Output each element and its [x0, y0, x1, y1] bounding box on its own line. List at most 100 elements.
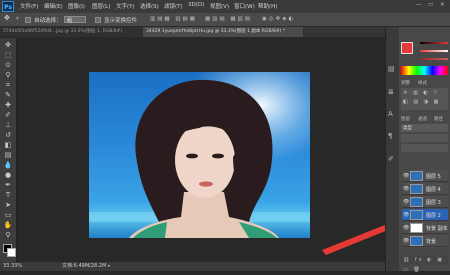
document-tab-bar: 5744e5f1a96f53d9d4...jpg @ 33.3%(图层 1, R… [0, 27, 385, 37]
layer-row[interactable]: 👁 背景 副本 [402, 222, 448, 234]
move-tool-icon[interactable]: ✥ [4, 14, 10, 22]
blue-slider[interactable] [420, 58, 448, 60]
shape-icon[interactable]: ▭ [3, 211, 13, 220]
type-icon[interactable]: T [3, 191, 13, 200]
eyedropper-icon[interactable]: ✎ [3, 91, 13, 100]
layer-thumbnail [410, 171, 423, 181]
fg-color-chip[interactable] [401, 42, 413, 54]
maximize-icon[interactable]: ▭ [428, 2, 433, 8]
visibility-eye-icon[interactable]: 👁 [403, 225, 409, 231]
eraser-icon[interactable]: ◧ [3, 141, 13, 150]
crop-icon[interactable]: ⌗ [3, 81, 13, 90]
properties-panel-icon[interactable]: ≣ [388, 88, 394, 96]
layer-actions-bar[interactable]: ⛓ fx ◐ ▣ ▭ 🗑 [401, 255, 448, 273]
history-brush-icon[interactable]: ↺ [3, 131, 13, 140]
dropdown-arrow-icon[interactable]: ▾ [16, 16, 19, 22]
layer-name: 背景 副本 [426, 226, 448, 232]
document-size: 文档:6.49M/28.2M [62, 263, 107, 269]
auto-select-checkbox[interactable] [25, 17, 31, 23]
gradient-icon[interactable]: ▤ [3, 151, 13, 160]
layer-name: 图层 3 [426, 200, 441, 206]
menu-edit[interactable]: 编辑(E) [44, 2, 63, 10]
dodge-icon[interactable]: ● [3, 171, 13, 180]
visibility-eye-icon[interactable]: 👁 [403, 173, 409, 179]
layer-row-selected[interactable]: 👁 图层 2 [402, 209, 448, 221]
hand-icon[interactable]: ✋ [3, 221, 13, 230]
status-arrow-icon[interactable]: ▸ [108, 262, 111, 271]
tab-doc-1[interactable]: 5744e5f1a96f53d9d4...jpg @ 33.3%(图层 1, R… [0, 27, 142, 37]
path-select-icon[interactable]: ➤ [3, 201, 13, 210]
layer-name: 图层 5 [426, 174, 441, 180]
auto-select-dropdown[interactable]: 组 [64, 16, 86, 24]
distribute-icons[interactable]: ▦▥▤ ▦▥▤ [205, 16, 252, 22]
brush-panel-icon[interactable]: ✐ [388, 155, 394, 163]
blur-icon[interactable]: 💧 [3, 161, 13, 170]
auto-select-label: 自动选择： [34, 18, 62, 24]
tab-paths[interactable]: 路径 [434, 116, 443, 122]
layer-row[interactable]: 👁 图层 3 [402, 196, 448, 208]
zoom-icon[interactable]: ⚲ [3, 231, 13, 240]
background-color-swatch[interactable] [7, 248, 16, 257]
blend-mode-row[interactable] [401, 134, 448, 142]
character-panel-icon[interactable]: A [388, 110, 393, 118]
visibility-eye-icon[interactable]: 👁 [403, 199, 409, 205]
history-panel-icon[interactable]: ▤ [388, 65, 395, 73]
paragraph-panel-icon[interactable]: ¶ [388, 132, 392, 140]
green-slider[interactable] [420, 50, 448, 52]
lock-row[interactable] [401, 144, 448, 152]
menu-window[interactable]: 窗口(W) [234, 2, 255, 10]
auto-select-value: 组 [67, 18, 73, 24]
color-ramp[interactable] [401, 66, 448, 75]
lasso-icon[interactable]: ଡ [3, 61, 13, 70]
close-icon[interactable]: ✕ [440, 2, 445, 8]
visibility-eye-icon[interactable]: 👁 [403, 238, 409, 244]
visibility-eye-icon[interactable]: 👁 [403, 212, 409, 218]
menu-3d[interactable]: 3D(D) [188, 2, 204, 8]
marquee-icon[interactable]: ⬚ [3, 51, 13, 60]
layer-row[interactable]: 👁 图层 5 [402, 170, 448, 182]
layer-name: 图层 2 [426, 213, 441, 219]
red-slider[interactable] [420, 42, 448, 44]
layer-thumbnail [410, 197, 423, 207]
pen-icon[interactable]: ✒ [3, 181, 13, 190]
healing-icon[interactable]: ✚ [3, 101, 13, 110]
layer-thumbnail [410, 236, 423, 246]
layer-thumbnail [410, 184, 423, 194]
menu-bar: Ps 文件(F) 编辑(E) 图像(I) 图层(L) 文字(Y) 选择(S) 滤… [0, 0, 450, 13]
layer-filter-kind: 类型 [403, 126, 412, 131]
tab-styles[interactable]: 样式 [418, 80, 427, 86]
zoom-level[interactable]: 33.33% [3, 262, 22, 271]
align-icons[interactable]: ▥▤▦ ▥▤▦ [150, 16, 197, 22]
brush-icon[interactable]: ✐ [3, 111, 13, 120]
adjustments-icons[interactable]: ☀ ▥ ◐ ▽ ◧ ▤ ◑ ▦ [401, 88, 448, 110]
stamp-icon[interactable]: ⊥ [3, 121, 13, 130]
layer-thumbnail [410, 223, 423, 233]
portrait-photo [89, 72, 310, 238]
layer-name: 背景 [426, 239, 437, 245]
layer-thumbnail [410, 210, 423, 220]
tab-adjustments[interactable]: 调整 [401, 80, 410, 86]
magic-wand-icon[interactable]: ⚲ [3, 71, 13, 80]
tab-layers[interactable]: 图层 [401, 116, 410, 122]
show-transform-label: 显示变换控件 [104, 18, 138, 24]
tab-channels[interactable]: 通道 [418, 116, 427, 122]
document-canvas[interactable] [89, 72, 310, 238]
layer-filter-dropdown[interactable]: 类型 [401, 124, 448, 132]
layer-row[interactable]: 👁 图层 4 [402, 183, 448, 195]
visibility-eye-icon[interactable]: 👁 [403, 186, 409, 192]
menu-file[interactable]: 文件(F) [20, 2, 38, 10]
menu-layer[interactable]: 图层(L) [92, 2, 110, 10]
menu-filter[interactable]: 滤镜(T) [164, 2, 183, 10]
show-transform-checkbox[interactable] [95, 17, 101, 23]
menu-help[interactable]: 帮助(H) [258, 2, 277, 10]
menu-type[interactable]: 文字(Y) [116, 2, 135, 10]
tab-doc-2[interactable]: 34429 1yuepmrfhd8ptrHu.jpg @ 33.3%(图层 1 … [143, 27, 303, 37]
minimize-icon[interactable]: — [416, 2, 422, 8]
3d-mode-icons[interactable]: ◉◎✥◈◐ [262, 16, 295, 22]
move-icon[interactable]: ✥ [3, 41, 13, 50]
layer-row[interactable]: 👁 背景 [402, 235, 448, 247]
menu-image[interactable]: 图像(I) [68, 2, 85, 10]
menu-view[interactable]: 视图(V) [210, 2, 229, 10]
panel-icon-strip [385, 27, 400, 271]
menu-select[interactable]: 选择(S) [140, 2, 159, 10]
